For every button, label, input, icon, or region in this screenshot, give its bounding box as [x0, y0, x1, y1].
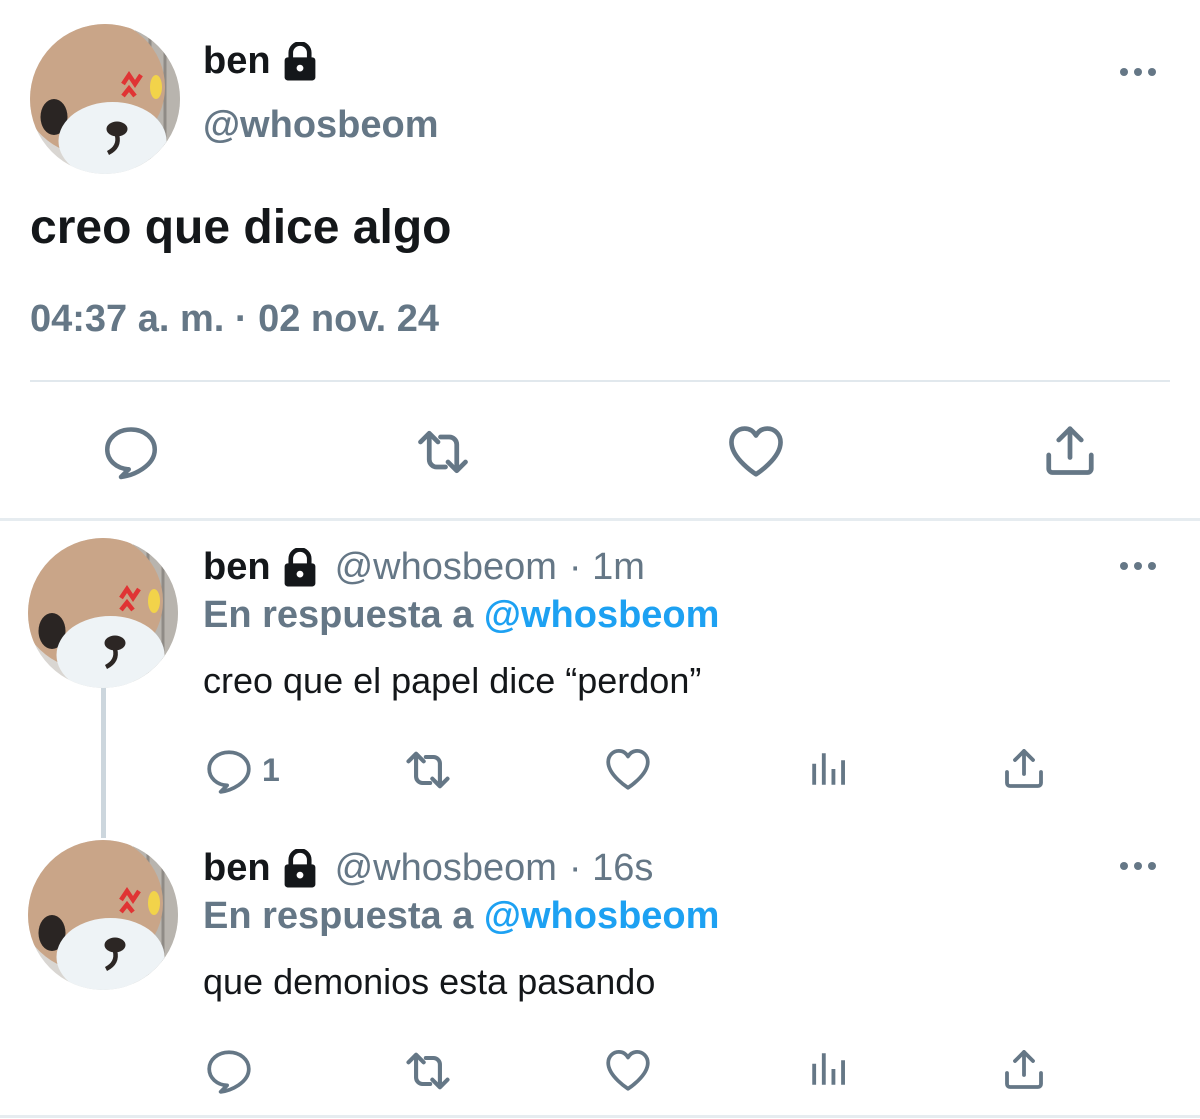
retweet-icon[interactable]: [400, 744, 456, 796]
tweet-text: creo que dice algo: [30, 201, 452, 254]
retweet-icon[interactable]: [400, 1045, 456, 1097]
reply-icon[interactable]: [101, 422, 161, 482]
in-reply-prefix: En respuesta a: [203, 594, 484, 636]
in-reply-to: En respuesta a @whosbeom: [203, 895, 719, 938]
in-reply-prefix: En respuesta a: [203, 895, 484, 937]
reply-header: ben @whosbeom · 1m: [203, 546, 645, 589]
lock-icon: [281, 548, 319, 588]
mention-link[interactable]: @whosbeom: [484, 895, 720, 937]
section-divider: [0, 1115, 1200, 1118]
in-reply-to: En respuesta a @whosbeom: [203, 594, 719, 637]
stats-icon[interactable]: [806, 748, 850, 790]
divider: [30, 380, 1170, 382]
avatar[interactable]: [28, 538, 178, 688]
share-icon[interactable]: [1040, 420, 1100, 480]
section-divider: [0, 518, 1200, 521]
more-options-icon[interactable]: [1118, 560, 1158, 572]
like-icon[interactable]: [603, 744, 653, 794]
reply-count: 1: [262, 752, 280, 788]
reply-header: ben @whosbeom · 16s: [203, 847, 653, 890]
more-options-icon[interactable]: [1118, 860, 1158, 872]
stats-icon[interactable]: [806, 1048, 850, 1090]
author-name[interactable]: ben: [203, 847, 271, 890]
thread-line: [101, 688, 106, 838]
reply-text: que demonios esta pasando: [203, 961, 656, 1002]
author-name-text: ben: [203, 40, 271, 82]
author-handle[interactable]: @whosbeom: [335, 546, 557, 589]
mention-link[interactable]: @whosbeom: [484, 594, 720, 636]
more-options-icon[interactable]: [1118, 66, 1158, 78]
share-icon[interactable]: [1000, 744, 1048, 792]
author-name[interactable]: ben: [203, 546, 271, 589]
reply-icon[interactable]: [204, 746, 254, 796]
author-handle[interactable]: @whosbeom: [335, 847, 557, 890]
avatar[interactable]: [30, 24, 180, 174]
lock-icon: [281, 42, 319, 82]
like-icon[interactable]: [603, 1045, 653, 1095]
tweet-timestamp[interactable]: 04:37 a. m. · 02 nov. 24: [30, 298, 439, 341]
share-icon[interactable]: [1000, 1045, 1048, 1093]
reply-text: creo que el papel dice “perdon”: [203, 660, 702, 701]
avatar[interactable]: [28, 840, 178, 990]
reply-icon[interactable]: [204, 1046, 254, 1096]
retweet-icon[interactable]: [410, 422, 476, 482]
author-handle[interactable]: @whosbeom: [203, 104, 439, 147]
lock-icon: [281, 849, 319, 889]
reply-time[interactable]: · 16s: [569, 847, 653, 890]
reply-time[interactable]: · 1m: [569, 546, 645, 589]
like-icon[interactable]: [725, 420, 787, 482]
author-name[interactable]: ben: [203, 40, 319, 83]
